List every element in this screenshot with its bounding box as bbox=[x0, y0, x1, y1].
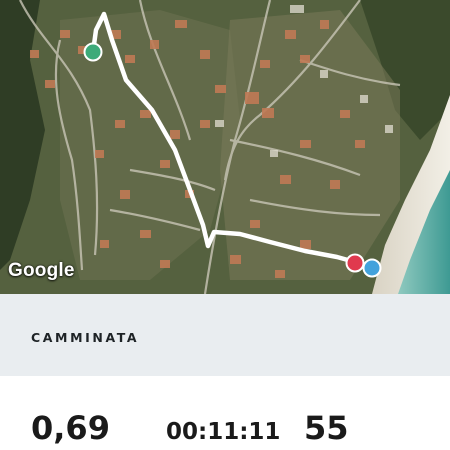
location-marker[interactable] bbox=[362, 258, 382, 278]
map-imagery bbox=[0, 0, 450, 294]
end-marker[interactable] bbox=[345, 253, 365, 273]
duration-value: 00:11:11 bbox=[166, 419, 281, 445]
google-logo: Google bbox=[8, 260, 75, 281]
activity-type-label: CAMMINATA bbox=[31, 330, 140, 345]
distance-value: 0,69 bbox=[31, 409, 110, 447]
pace-value: 55 bbox=[304, 409, 349, 447]
satellite-map[interactable]: Google bbox=[0, 0, 450, 294]
start-marker[interactable] bbox=[83, 42, 103, 62]
